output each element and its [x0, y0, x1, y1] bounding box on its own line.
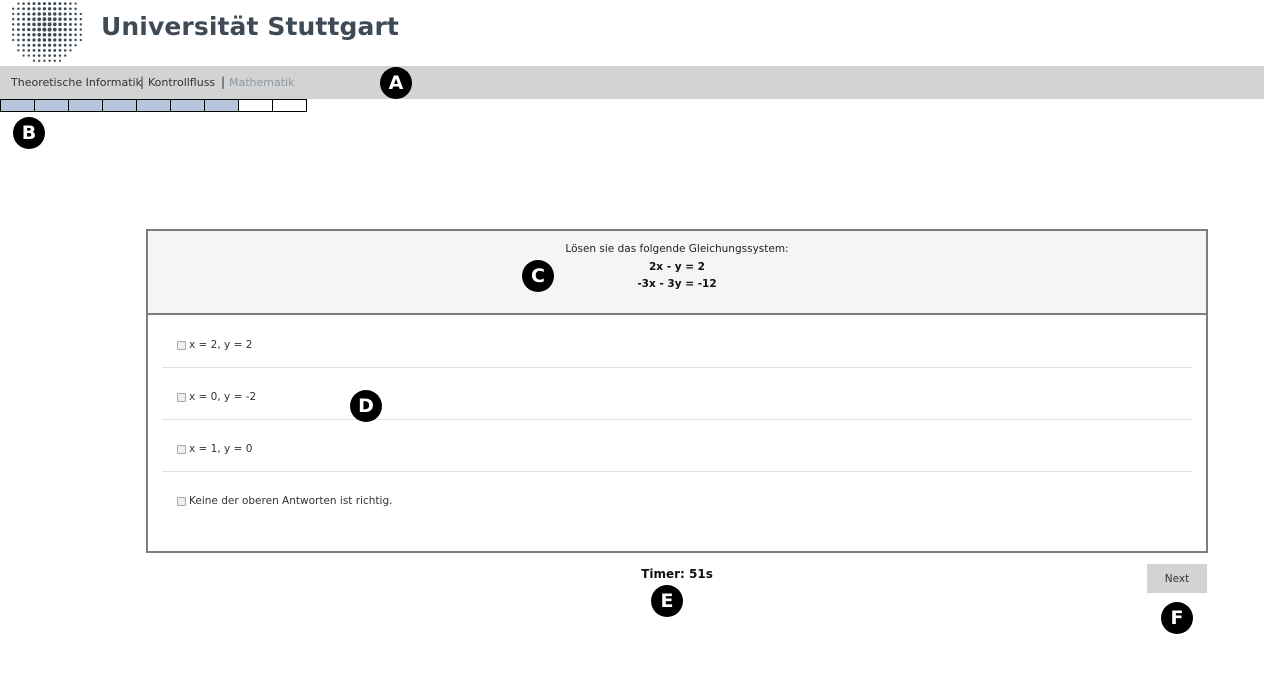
- answer-label: x = 1, y = 0: [189, 443, 253, 455]
- progress-cell-completed: [68, 99, 103, 112]
- answer-checkbox[interactable]: [177, 341, 186, 350]
- progress-cell-pending: [238, 99, 273, 112]
- nav-item-mathematik[interactable]: Mathematik: [229, 76, 294, 89]
- university-logo: [11, 2, 82, 62]
- timer: Timer: 51s: [641, 567, 713, 581]
- navigation-bar: Theoretische Informatik | Kontrollfluss …: [0, 66, 1264, 99]
- progress-cell-pending: [272, 99, 307, 112]
- nav-item-theoretische-informatik[interactable]: Theoretische Informatik: [11, 76, 142, 89]
- progress-cell-completed: [34, 99, 69, 112]
- nav-item-kontrollfluss[interactable]: Kontrollfluss: [148, 76, 215, 89]
- annotation-marker-a: A: [380, 67, 412, 99]
- annotation-marker-e: E: [651, 585, 683, 617]
- annotation-marker-c: C: [522, 260, 554, 292]
- question-equation: -3x - 3y = -12: [637, 278, 717, 290]
- answer-label: x = 2, y = 2: [189, 339, 253, 351]
- progress-cell-completed: [0, 99, 35, 112]
- progress-cell-completed: [102, 99, 137, 112]
- answer-label: Keine der oberen Antworten ist richtig.: [189, 495, 393, 507]
- next-button[interactable]: Next: [1147, 564, 1207, 593]
- question-prompt: Lösen sie das folgende Gleichungssystem:: [565, 243, 789, 255]
- quiz-card: Lösen sie das folgende Gleichungssystem:…: [146, 229, 1208, 553]
- answer-checkbox[interactable]: [177, 445, 186, 454]
- progress-bar: [0, 99, 307, 112]
- nav-separator: |: [140, 75, 145, 89]
- answer-option[interactable]: x = 2, y = 2: [162, 315, 1192, 368]
- answer-checkbox[interactable]: [177, 393, 186, 402]
- question-equation: 2x - y = 2: [648, 261, 705, 273]
- progress-cell-completed: [170, 99, 205, 112]
- answer-option[interactable]: x = 0, y = -2: [162, 367, 1192, 420]
- question-box: Lösen sie das folgende Gleichungssystem:…: [148, 231, 1206, 315]
- annotation-marker-b: B: [13, 117, 45, 149]
- answer-option[interactable]: x = 1, y = 0: [162, 419, 1192, 472]
- answer-checkbox[interactable]: [177, 497, 186, 506]
- answer-label: x = 0, y = -2: [189, 391, 257, 403]
- annotation-marker-d: D: [350, 390, 382, 422]
- university-name: Universität Stuttgart: [101, 12, 399, 41]
- progress-cell-completed: [136, 99, 171, 112]
- nav-separator: |: [221, 75, 226, 89]
- annotation-marker-f: F: [1161, 602, 1193, 634]
- answer-option[interactable]: Keine der oberen Antworten ist richtig.: [162, 471, 1192, 523]
- progress-cell-completed: [204, 99, 239, 112]
